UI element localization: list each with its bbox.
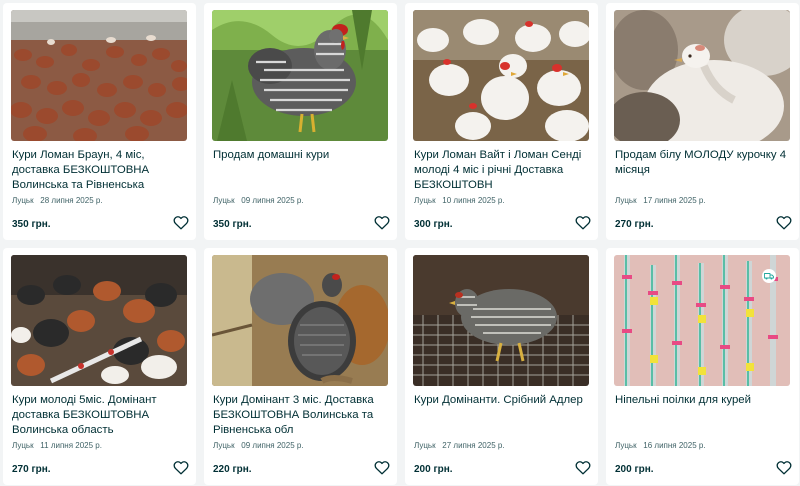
- heart-outline-icon[interactable]: [575, 460, 591, 475]
- listing-location-date: Луцьк 27 липня 2025 р.: [414, 441, 505, 450]
- listing-date: 17 липня 2025 р.: [643, 196, 706, 205]
- listing-photo[interactable]: [11, 255, 187, 386]
- listing-location: Луцьк: [615, 196, 637, 205]
- heart-outline-icon[interactable]: [776, 215, 792, 230]
- listing-photo[interactable]: [212, 10, 388, 141]
- listing-card[interactable]: Кури Ломан Вайт і Ломан Сенді молоді 4 м…: [405, 3, 598, 240]
- listing-location-date: Луцьк 16 липня 2025 р.: [615, 441, 706, 450]
- listing-location: Луцьк: [414, 441, 436, 450]
- listing-location-date: Луцьк 10 липня 2025 р.: [414, 196, 505, 205]
- listing-location: Луцьк: [213, 196, 235, 205]
- heart-outline-icon[interactable]: [173, 215, 189, 230]
- listing-photo[interactable]: [212, 255, 388, 386]
- listing-location-date: Луцьк 09 липня 2025 р.: [213, 196, 304, 205]
- heart-outline-icon[interactable]: [575, 215, 591, 230]
- listing-price: 270 грн.: [12, 464, 51, 475]
- heart-outline-icon[interactable]: [776, 460, 792, 475]
- listing-date: 10 липня 2025 р.: [442, 196, 505, 205]
- listing-card[interactable]: Продам домашні кури Луцьк 09 липня 2025 …: [204, 3, 397, 240]
- listing-price: 300 грн.: [414, 219, 453, 230]
- listing-card[interactable]: Кури молоді 5міс. Домінант доставка БЕЗК…: [3, 248, 196, 485]
- delivery-truck-icon: [762, 269, 776, 283]
- listing-price: 200 грн.: [615, 464, 654, 475]
- listing-date: 09 липня 2025 р.: [241, 441, 304, 450]
- listing-card[interactable]: Кури Ломан Браун, 4 міс, доставка БЕЗКОШ…: [3, 3, 196, 240]
- listing-location-date: Луцьк 28 липня 2025 р.: [12, 196, 103, 205]
- listing-location-date: Луцьк 09 липня 2025 р.: [213, 441, 304, 450]
- listing-title[interactable]: Продам домашні кури: [213, 148, 385, 163]
- heart-outline-icon[interactable]: [173, 460, 189, 475]
- listing-location-date: Луцьк 11 липня 2025 р.: [12, 441, 102, 450]
- listing-title[interactable]: Продам білу МОЛОДУ курочку 4 місяця: [615, 148, 787, 178]
- listing-title[interactable]: Кури Домінанти. Срібний Адлер: [414, 393, 586, 408]
- listing-location-date: Луцьк 17 липня 2025 р.: [615, 196, 706, 205]
- listing-price: 350 грн.: [12, 219, 51, 230]
- listing-price: 220 грн.: [213, 464, 252, 475]
- listing-location: Луцьк: [414, 196, 436, 205]
- listing-date: 11 липня 2025 р.: [40, 441, 102, 450]
- listing-price: 200 грн.: [414, 464, 453, 475]
- listing-location: Луцьк: [213, 441, 235, 450]
- listing-price: 350 грн.: [213, 219, 252, 230]
- listing-date: 16 липня 2025 р.: [643, 441, 706, 450]
- listing-title[interactable]: Кури молоді 5міс. Домінант доставка БЕЗК…: [12, 393, 184, 438]
- listing-location: Луцьк: [12, 196, 34, 205]
- heart-outline-icon[interactable]: [374, 460, 390, 475]
- listing-photo[interactable]: [413, 255, 589, 386]
- listing-grid: Кури Ломан Браун, 4 міс, доставка БЕЗКОШ…: [3, 3, 800, 485]
- listing-title[interactable]: Кури Домінант 3 міс. Доставка БЕЗКОШТОВН…: [213, 393, 385, 438]
- listing-date: 27 липня 2025 р.: [442, 441, 505, 450]
- listing-photo[interactable]: [11, 10, 187, 141]
- heart-outline-icon[interactable]: [374, 215, 390, 230]
- listing-photo[interactable]: [614, 10, 790, 141]
- listing-card[interactable]: Кури Домінанти. Срібний Адлер Луцьк 27 л…: [405, 248, 598, 485]
- listing-card[interactable]: Кури Домінант 3 міс. Доставка БЕЗКОШТОВН…: [204, 248, 397, 485]
- listing-location: Луцьк: [615, 441, 637, 450]
- listing-card[interactable]: Нiпельнi поiлки для курей Луцьк 16 липня…: [606, 248, 799, 485]
- listing-card[interactable]: Продам білу МОЛОДУ курочку 4 місяця Луць…: [606, 3, 799, 240]
- listing-title[interactable]: Нiпельнi поiлки для курей: [615, 393, 787, 408]
- listing-date: 28 липня 2025 р.: [40, 196, 103, 205]
- listing-title[interactable]: Кури Ломан Вайт і Ломан Сенді молоді 4 м…: [414, 148, 586, 193]
- listing-photo[interactable]: [614, 255, 790, 386]
- listing-location: Луцьк: [12, 441, 34, 450]
- listing-title[interactable]: Кури Ломан Браун, 4 міс, доставка БЕЗКОШ…: [12, 148, 184, 193]
- listing-date: 09 липня 2025 р.: [241, 196, 304, 205]
- listing-price: 270 грн.: [615, 219, 654, 230]
- listing-photo[interactable]: [413, 10, 589, 141]
